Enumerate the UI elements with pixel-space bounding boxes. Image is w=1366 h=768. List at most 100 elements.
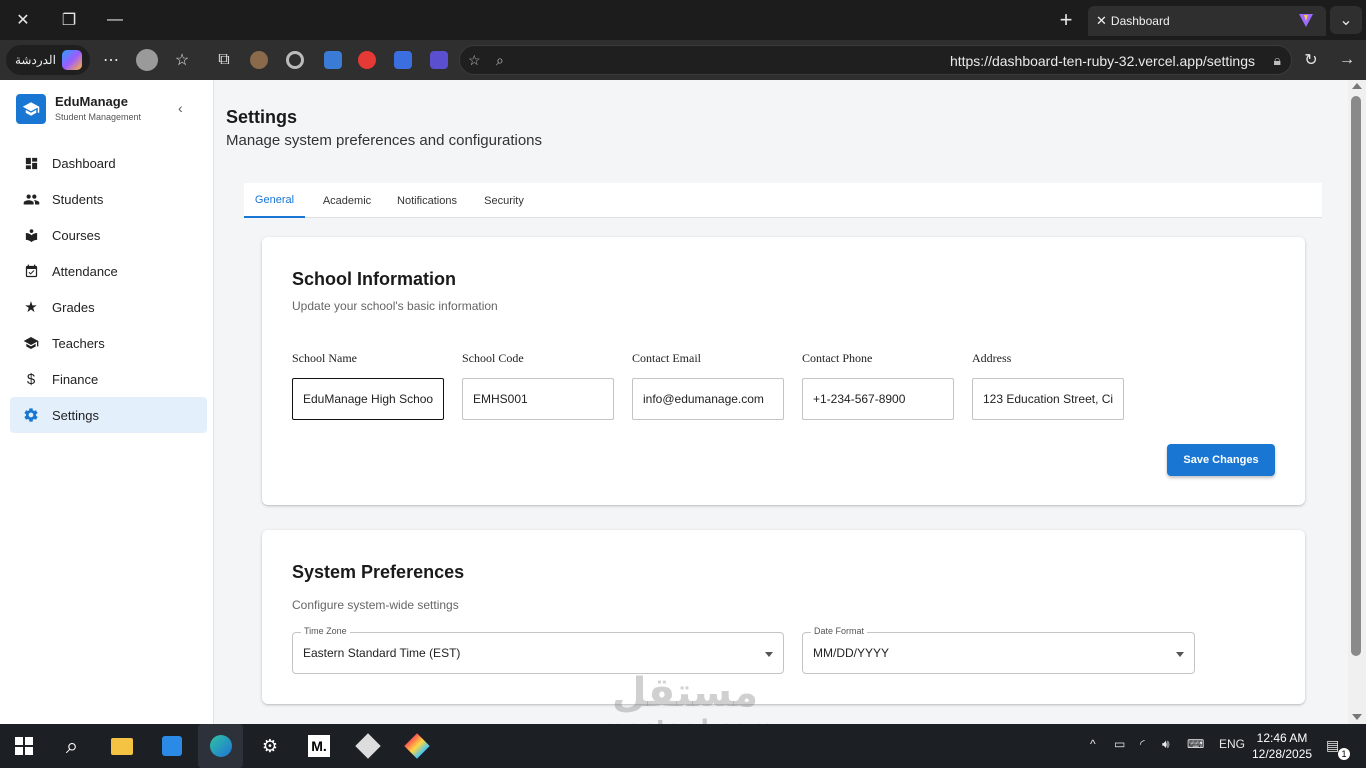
extension-6-icon[interactable] (430, 51, 448, 69)
sidebar-item-courses[interactable]: Courses (10, 217, 207, 253)
clock-time: 12:46 AM (1256, 731, 1308, 745)
copilot-button[interactable]: الدردشة (6, 45, 90, 75)
page-subtitle: Manage system preferences and configurat… (226, 132, 543, 149)
school-name-label: School Name (292, 351, 357, 365)
sidebar-item-teachers[interactable]: Teachers (10, 325, 207, 361)
teacher-icon (22, 334, 40, 352)
school-info-description: Update your school's basic information (292, 299, 498, 313)
notification-count-badge: 1 (1338, 748, 1350, 760)
copilot-label: الدردشة (15, 53, 56, 67)
sidebar-item-label: Courses (52, 227, 101, 243)
settings-tabs: General Academic Notifications Security (244, 183, 1322, 218)
sidebar-item-settings[interactable]: Settings (10, 397, 207, 433)
page-scrollbar[interactable] (1348, 80, 1366, 724)
minimize-window-icon[interactable]: — (100, 6, 130, 34)
chevron-down-icon (765, 652, 773, 657)
browser-toolbar: الدردشة ⋯ ☆ ⧉ ☆ ⌕ https://dashboard-ten-… (0, 40, 1366, 80)
favorites-icon[interactable]: ☆ (167, 46, 197, 74)
watermark-arabic: مستقل (611, 670, 759, 716)
book-icon (22, 226, 40, 244)
extension-2-icon[interactable] (286, 51, 304, 69)
extension-3-icon[interactable] (324, 51, 342, 69)
sidebar-item-students[interactable]: Students (10, 181, 207, 217)
school-code-label: School Code (462, 351, 524, 365)
school-code-input[interactable] (462, 378, 614, 420)
graduation-cap-icon (16, 94, 46, 124)
new-tab-icon[interactable]: + (1051, 6, 1081, 34)
settings-gear-icon[interactable]: ⚙ (256, 732, 284, 760)
volume-icon[interactable]: 🔊︎ (1162, 737, 1170, 752)
sidebar-item-finance[interactable]: $ Finance (10, 361, 207, 397)
browser-tab[interactable]: ✕ Dashboard (1088, 6, 1326, 36)
contact-email-label: Contact Email (632, 351, 701, 365)
time-zone-value: Eastern Standard Time (EST) (303, 646, 461, 660)
star-icon: ★ (24, 299, 38, 316)
medium-app-icon[interactable]: M. (305, 732, 333, 760)
add-favorite-icon[interactable]: ☆ (468, 52, 481, 69)
keyboard-icon[interactable]: ⌨ (1187, 737, 1204, 751)
page-viewport: EduManage Student Management ‹ Dashboard… (0, 80, 1348, 724)
sidebar-item-label: Settings (52, 407, 99, 423)
save-changes-button[interactable]: Save Changes (1167, 444, 1275, 476)
refresh-icon[interactable]: ↻ (1296, 46, 1326, 74)
contact-email-input[interactable] (632, 378, 784, 420)
git-app-icon[interactable] (403, 732, 431, 760)
address-input[interactable] (972, 378, 1124, 420)
forward-icon[interactable]: → (1332, 46, 1362, 74)
tray-chevron-icon[interactable]: ^ (1090, 737, 1096, 751)
wifi-icon[interactable]: ◜ (1140, 737, 1145, 751)
extension-1-icon[interactable] (250, 51, 268, 69)
collapse-sidebar-icon[interactable]: ‹ (178, 100, 183, 116)
restore-window-icon[interactable]: ❐ (54, 6, 84, 34)
sidebar-item-label: Grades (52, 299, 95, 315)
brand-name: EduManage (55, 94, 128, 109)
sidebar-item-label: Teachers (52, 335, 105, 351)
tab-academic[interactable]: Academic (316, 183, 378, 218)
search-icon[interactable]: ⌕ (58, 732, 86, 760)
sidebar-item-label: Finance (52, 371, 99, 387)
sidebar-item-attendance[interactable]: Attendance (10, 253, 207, 289)
scroll-up-icon[interactable] (1352, 83, 1362, 89)
cube-app-icon[interactable] (354, 732, 382, 760)
sidebar-item-grades[interactable]: ★ Grades (10, 289, 207, 325)
tab-list-chevron-icon[interactable]: ⌄ (1330, 6, 1362, 34)
scrollbar-thumb[interactable] (1351, 96, 1361, 656)
tab-notifications[interactable]: Notifications (390, 183, 464, 218)
school-name-input[interactable] (292, 378, 444, 420)
tab-general[interactable]: General (244, 183, 305, 218)
extension-4-icon[interactable] (358, 51, 376, 69)
system-prefs-card: System Preferences Configure system-wide… (262, 530, 1305, 704)
extensions-icon[interactable]: ⧉ (209, 46, 239, 74)
tab-security[interactable]: Security (478, 183, 530, 218)
people-icon (22, 190, 40, 208)
sidebar-item-dashboard[interactable]: Dashboard (10, 145, 207, 181)
clock-date: 12/28/2025 (1252, 747, 1313, 761)
sidebar-item-label: Dashboard (52, 155, 116, 171)
calendar-check-icon (22, 262, 40, 280)
contact-phone-input[interactable] (802, 378, 954, 420)
edge-browser-icon[interactable] (207, 732, 235, 760)
close-tab-icon[interactable]: ✕ (1096, 13, 1107, 29)
file-explorer-icon[interactable] (108, 732, 136, 760)
more-options-icon[interactable]: ⋯ (96, 46, 126, 74)
school-info-card: School Information Update your school's … (262, 237, 1305, 505)
lock-icon[interactable]: 🔒︎ (1274, 52, 1281, 69)
browser-titlebar: ✕ ❐ — + ✕ Dashboard ⌄ (0, 0, 1366, 40)
date-format-select[interactable]: Date Format MM/DD/YYYY (802, 626, 1195, 674)
language-indicator[interactable]: ENG (1219, 737, 1245, 751)
scroll-down-icon[interactable] (1352, 714, 1362, 720)
search-page-icon[interactable]: ⌕ (496, 52, 504, 69)
brand-subtitle: Student Management (55, 112, 142, 122)
clock[interactable]: 12:46 AM 12/28/2025 (1252, 730, 1312, 762)
time-zone-select[interactable]: Time Zone Eastern Standard Time (EST) (292, 626, 784, 674)
extension-5-icon[interactable] (394, 51, 412, 69)
sidebar-item-label: Attendance (52, 263, 118, 279)
page-title: Settings (226, 107, 298, 127)
profile-avatar-icon[interactable] (136, 49, 158, 71)
address-bar[interactable]: ☆ ⌕ https://dashboard-ten-ruby-32.vercel… (459, 45, 1292, 75)
battery-icon[interactable]: ▭ (1114, 737, 1125, 751)
close-window-icon[interactable]: ✕ (8, 6, 38, 34)
vscode-icon[interactable] (158, 732, 186, 760)
windows-start-icon[interactable] (10, 732, 38, 760)
system-prefs-title: System Preferences (292, 562, 465, 582)
